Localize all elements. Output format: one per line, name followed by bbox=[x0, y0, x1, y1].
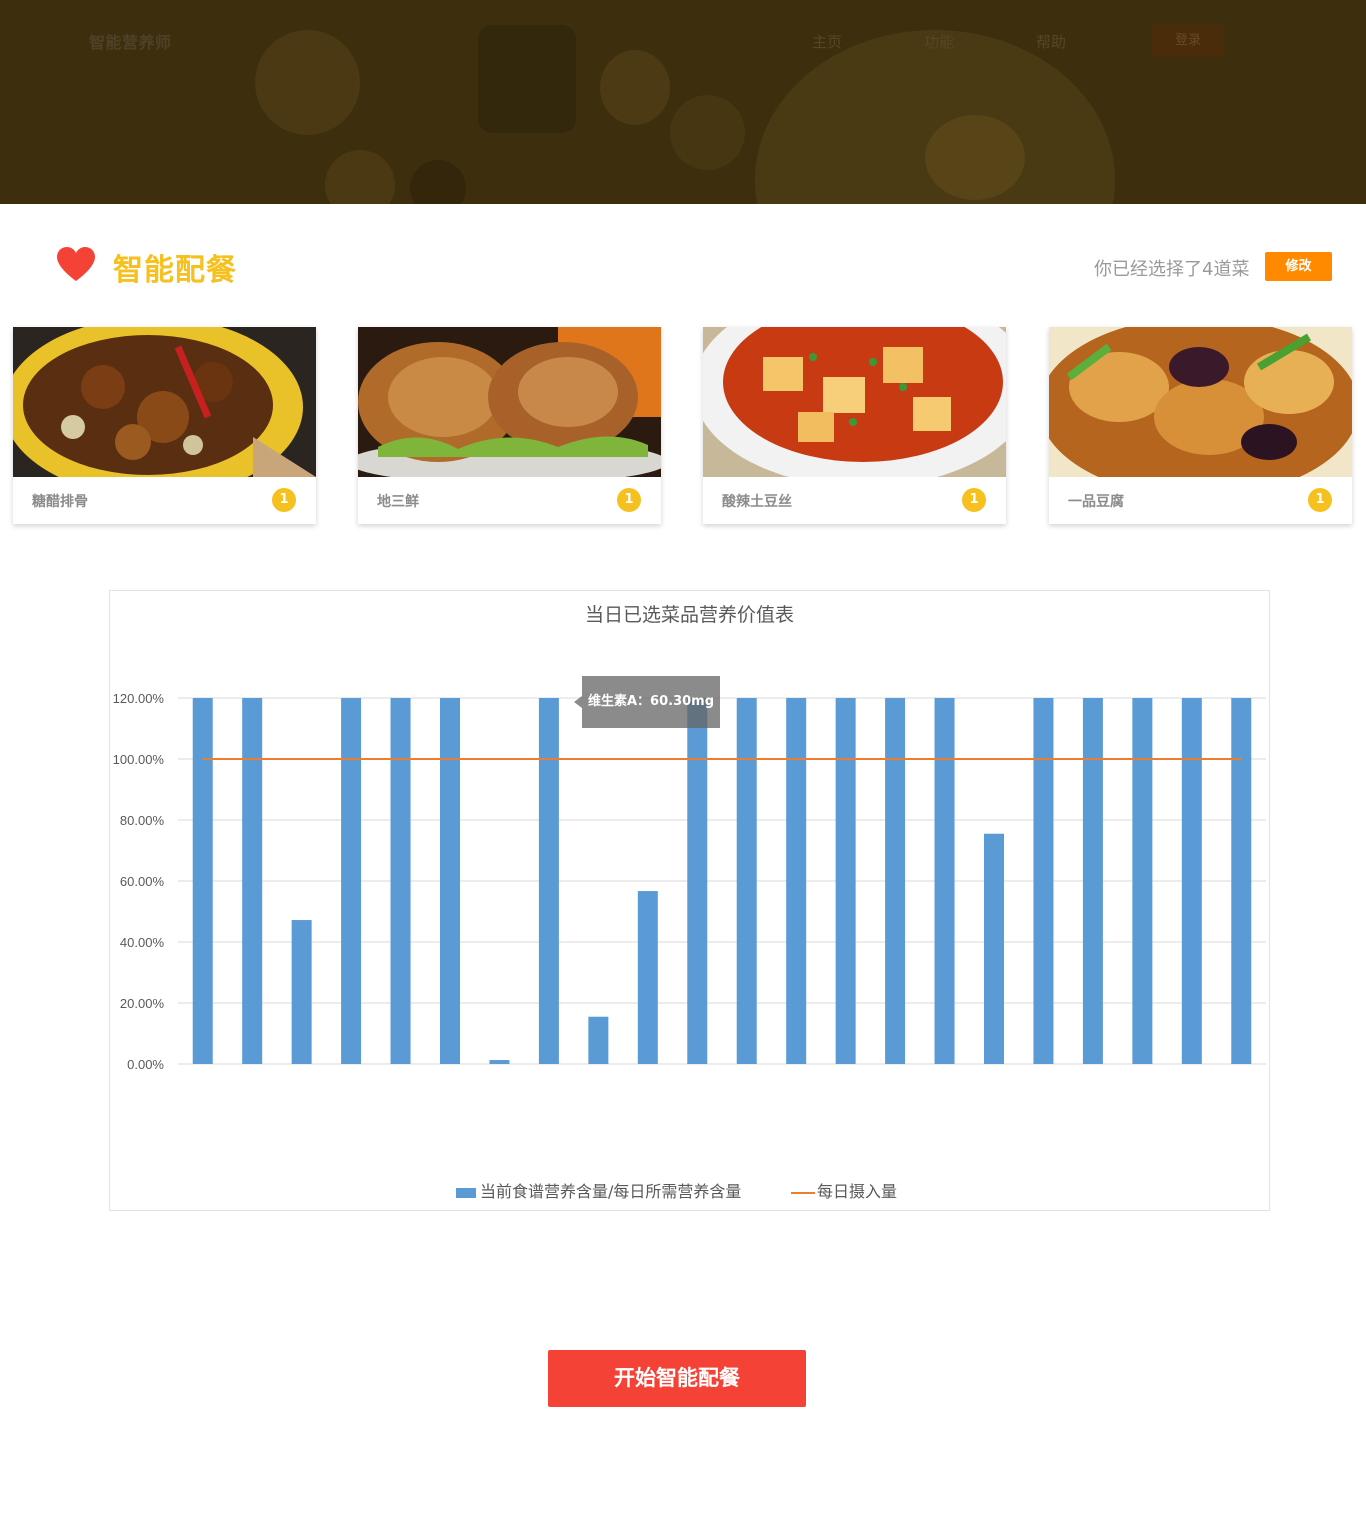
banner-decoration bbox=[670, 95, 745, 170]
y-tick-label: 20.00% bbox=[120, 996, 165, 1011]
chart-bar bbox=[687, 698, 708, 1064]
chart-bar bbox=[1132, 698, 1153, 1064]
legend-label-bars: 当前食谱营养含量/每日所需营养含量 bbox=[480, 1182, 742, 1201]
dish-photo bbox=[358, 327, 661, 477]
dish-name: 酸辣土豆丝 bbox=[722, 494, 792, 510]
legend-item-bars: 当前食谱营养含量/每日所需营养含量 bbox=[456, 1178, 741, 1202]
chart-bar bbox=[885, 698, 906, 1064]
chart-bar bbox=[242, 698, 263, 1064]
legend-item-line: 每日摄入量 bbox=[791, 1178, 897, 1202]
dish-name: 地三鲜 bbox=[377, 494, 419, 510]
dish-card[interactable]: 酸辣土豆丝 1 bbox=[703, 327, 1006, 524]
legend-swatch-line bbox=[791, 1191, 815, 1194]
chart-bar bbox=[440, 698, 460, 1064]
dish-photo bbox=[703, 327, 1006, 477]
app-logo[interactable]: 智能营养师 bbox=[89, 29, 172, 53]
banner-decoration bbox=[600, 50, 670, 125]
chart-bar bbox=[1231, 698, 1252, 1064]
chart-bar bbox=[291, 920, 312, 1064]
legend-swatch-bar bbox=[456, 1187, 476, 1198]
chart-bar bbox=[835, 698, 856, 1064]
heart-icon bbox=[57, 247, 95, 281]
modify-button[interactable]: 修改 bbox=[1265, 252, 1332, 281]
chart-bar bbox=[1082, 698, 1103, 1064]
banner-decoration bbox=[325, 150, 395, 204]
chart-bar bbox=[341, 698, 362, 1064]
start-smart-meal-button[interactable]: 开始智能配餐 bbox=[548, 1350, 806, 1407]
banner-decoration bbox=[925, 115, 1025, 200]
selected-count-text: 你已经选择了4道菜 bbox=[1094, 259, 1250, 280]
chart-bar bbox=[390, 698, 411, 1064]
dish-card[interactable]: 地三鲜 1 bbox=[358, 327, 661, 524]
nutrition-chart: 当日已选菜品营养价值表 0.00% 20.00% 40.00% 60.00% 80.00… bbox=[109, 590, 1270, 1211]
chart-tooltip: 维生素A：60.30mg bbox=[573, 676, 721, 728]
dish-count-badge: 1 bbox=[617, 488, 641, 512]
chart-bar bbox=[984, 833, 1004, 1064]
banner-decoration bbox=[478, 25, 576, 133]
chart-bar bbox=[736, 698, 757, 1064]
chart-bar bbox=[1181, 698, 1202, 1064]
y-tick-label: 60.00% bbox=[120, 874, 165, 889]
chart-bar bbox=[192, 698, 213, 1064]
nav-features[interactable]: 功能 bbox=[924, 31, 954, 52]
login-button[interactable]: 登录 bbox=[1152, 25, 1224, 57]
header-banner: 智能营养师 主页 功能 帮助 登录 bbox=[0, 0, 1366, 204]
dish-photo bbox=[13, 327, 316, 477]
dish-name: 一品豆腐 bbox=[1068, 494, 1124, 510]
y-tick-label: 40.00% bbox=[120, 935, 165, 950]
y-tick-label: 100.00% bbox=[113, 752, 165, 767]
nav-help[interactable]: 帮助 bbox=[1036, 31, 1066, 52]
y-tick-label: 120.00% bbox=[113, 691, 165, 706]
chart-bar bbox=[588, 1016, 609, 1064]
section-title: 智能配餐 bbox=[113, 253, 237, 288]
y-tick-label: 0.00% bbox=[127, 1057, 164, 1072]
dish-card[interactable]: 一品豆腐 1 bbox=[1049, 327, 1352, 524]
y-tick-label: 80.00% bbox=[120, 813, 165, 828]
banner-decoration bbox=[255, 30, 360, 135]
nav-home[interactable]: 主页 bbox=[812, 31, 842, 52]
dish-count-badge: 1 bbox=[962, 488, 986, 512]
chart-bar bbox=[786, 698, 807, 1064]
dish-count-badge: 1 bbox=[1308, 488, 1332, 512]
chart-bar bbox=[1033, 698, 1054, 1064]
dish-count-badge: 1 bbox=[272, 488, 296, 512]
legend-label-line: 每日摄入量 bbox=[817, 1182, 898, 1201]
chart-bar bbox=[489, 1060, 510, 1064]
banner-decoration bbox=[410, 160, 466, 204]
dish-photo bbox=[1049, 327, 1352, 477]
chart-bar bbox=[934, 698, 955, 1064]
dish-card[interactable]: 糖醋排骨 1 bbox=[13, 327, 316, 524]
chart-bar bbox=[538, 698, 559, 1064]
chart-bar bbox=[637, 891, 658, 1064]
dish-name: 糖醋排骨 bbox=[32, 494, 88, 510]
